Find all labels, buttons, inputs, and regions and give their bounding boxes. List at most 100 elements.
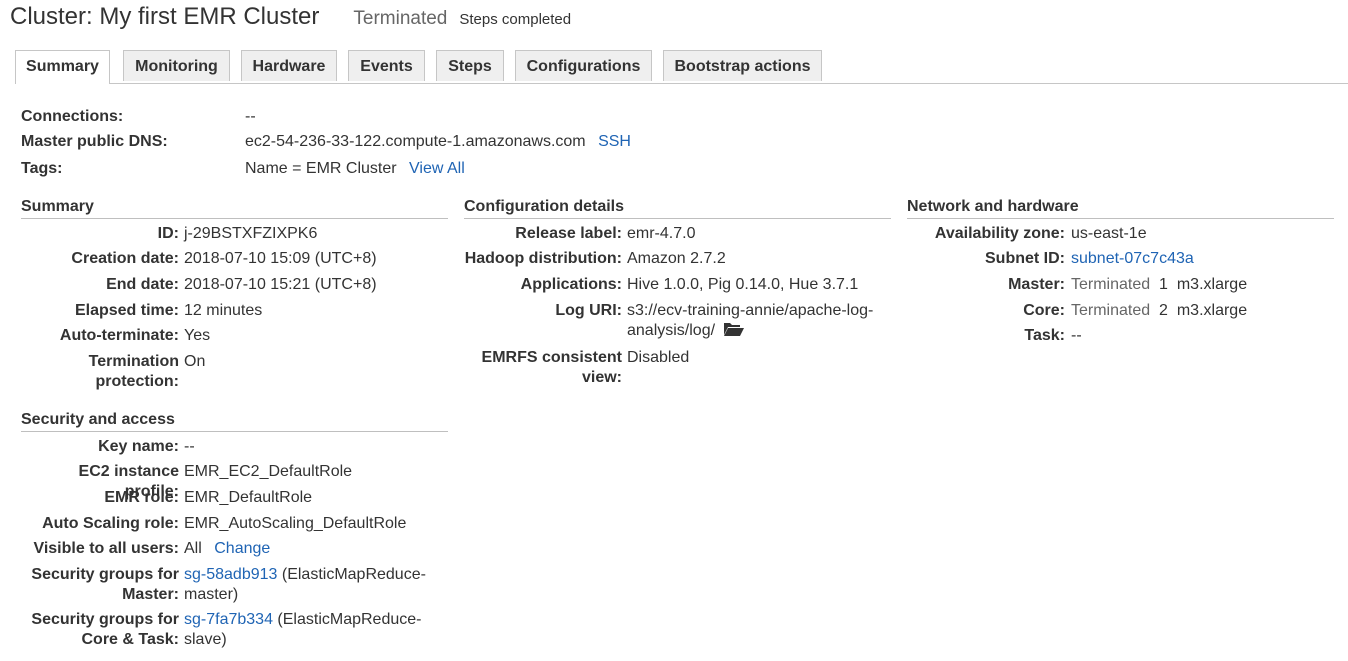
master-dns-value: ec2-54-236-33-122.compute-1.amazonaws.co… [245,131,631,153]
connections-label: Connections: [21,108,124,125]
sg-core-task-label-line2: Core & Task: [81,631,179,648]
summary-section: Summary ID: j-29BSTXFZIXPK6 Creation date… [21,196,448,396]
emrfs-value: Disabled [627,349,690,366]
release-label-label: Release label: [515,225,622,242]
emr-role-value: EMR_DefaultRole [184,489,313,506]
visible-users-label: Visible to all users: [33,540,179,557]
subnet-id-link[interactable]: subnet-07c7c43a [1071,249,1194,269]
applications-value: Hive 1.0.0, Pig 0.14.0, Hue 3.7.1 [627,276,859,293]
core-value: Terminated 2 m3.xlarge [1071,301,1247,321]
log-uri-line1: s3://ecv-training-annie/apache-log- [627,302,874,319]
tags-label: Tags: [21,160,63,177]
master-count: 1 [1159,276,1168,293]
tags-text: Name = EMR Cluster [245,160,397,177]
availability-zone-label: Availability zone: [934,225,1065,242]
termination-protection-label-line2: protection: [95,373,179,390]
summary-title: Summary [21,196,448,219]
ssh-link[interactable]: SSH [598,133,631,150]
log-uri-value: s3://ecv-training-annie/apache-log- anal… [627,301,887,341]
availability-zone-value: us-east-1e [1071,225,1147,242]
sg-core-task-label-line1: Security groups for [31,611,179,628]
applications-label: Applications: [520,276,622,293]
auto-terminate-value: Yes [184,327,211,344]
tab-steps[interactable]: Steps [436,50,504,81]
log-uri-line2: analysis/log/ [627,322,716,339]
view-all-tags-link[interactable]: View All [409,160,465,177]
tab-hardware[interactable]: Hardware [241,50,337,81]
auto-scaling-role-value: EMR_AutoScaling_DefaultRole [184,515,407,532]
sg-master-label-line2: Master: [122,586,179,603]
emrfs-label-line2: view: [581,369,622,386]
core-state: Terminated [1071,302,1151,319]
sg-core-task-value: sg-7fa7b334 (ElasticMapReduce- slave) [184,610,434,650]
connections-value: -- [245,108,256,125]
release-label-value: emr-4.7.0 [627,225,696,242]
sg-master-label: Security groups for Master: [21,565,179,605]
hadoop-label: Hadoop distribution: [464,250,622,267]
end-date-label: End date: [106,276,179,293]
master-dns-text: ec2-54-236-33-122.compute-1.amazonaws.co… [245,133,586,150]
sg-master-label-line1: Security groups for [31,566,179,583]
config-title: Configuration details [464,196,891,219]
task-value: -- [1071,327,1082,344]
master-instance-type: m3.xlarge [1176,276,1248,293]
end-date-value: 2018-07-10 15:21 (UTC+8) [184,276,377,293]
folder-open-icon[interactable] [723,321,745,337]
visible-users-value: All Change [184,539,270,559]
tags-value: Name = EMR Cluster View All [245,158,465,180]
sg-master-value: sg-58adb913 (ElasticMapReduce- master) [184,565,434,605]
auto-terminate-label: Auto-terminate: [59,327,179,344]
change-visibility-link[interactable]: Change [214,540,270,557]
auto-scaling-role-label: Auto Scaling role: [42,515,179,532]
id-label: ID: [157,225,179,242]
emr-role-label: EMR role: [104,489,179,506]
elapsed-time-value: 12 minutes [184,302,263,319]
page-title: Cluster: My first EMR Cluster [10,3,320,30]
visible-users-text: All [184,540,202,557]
id-value: j-29BSTXFZIXPK6 [184,225,318,242]
emrfs-label: EMRFS consistent view: [464,348,622,388]
tab-configurations[interactable]: Configurations [515,50,652,81]
subnet-id-label: Subnet ID: [985,250,1065,267]
sg-master-desc-line1: (ElasticMapReduce- [281,566,426,583]
tab-events[interactable]: Events [348,50,425,81]
ec2-profile-value: EMR_EC2_DefaultRole [184,463,353,480]
core-label: Core: [1023,302,1065,319]
termination-protection-label-line1: Termination [88,353,179,370]
key-name-value: -- [184,438,195,455]
master-dns-label: Master public DNS: [21,133,168,150]
task-label: Task: [1024,327,1065,344]
core-count: 2 [1159,302,1168,319]
tab-summary[interactable]: Summary [15,50,110,84]
tab-bootstrap-actions[interactable]: Bootstrap actions [663,50,822,81]
creation-date-label: Creation date: [71,250,179,267]
master-value: Terminated 1 m3.xlarge [1071,275,1247,295]
security-section: Security and access Key name: -- EC2 inst… [21,409,448,659]
master-label: Master: [1008,276,1065,293]
sg-master-link[interactable]: sg-58adb913 [184,566,277,583]
termination-protection-value: On [184,353,206,370]
security-title: Security and access [21,409,448,432]
elapsed-time-label: Elapsed time: [74,302,179,319]
network-title: Network and hardware [907,196,1334,219]
hadoop-value: Amazon 2.7.2 [627,250,726,267]
tab-bar: Summary Monitoring Hardware Events Steps… [15,50,1348,84]
creation-date-value: 2018-07-10 15:09 (UTC+8) [184,250,377,267]
key-name-label: Key name: [98,438,179,455]
network-section: Network and hardware Availability zone: u… [907,196,1334,356]
emrfs-label-line1: EMRFS consistent [481,349,622,366]
config-section: Configuration details Release label: emr-… [464,196,891,396]
master-state: Terminated [1071,276,1151,293]
core-instance-type: m3.xlarge [1176,302,1248,319]
tab-monitoring[interactable]: Monitoring [123,50,230,81]
log-uri-label: Log URI: [555,302,622,319]
sg-master-desc-line2: master) [184,586,239,603]
sg-core-task-label: Security groups for Core & Task: [21,610,179,650]
sg-core-task-desc-line2: slave) [184,631,227,648]
cluster-header: Cluster: My first EMR Cluster Terminated… [10,3,571,31]
sg-core-task-link[interactable]: sg-7fa7b334 [184,611,273,628]
termination-protection-label: Termination protection: [21,352,179,392]
cluster-substate: Steps completed [459,11,572,28]
cluster-state: Terminated [353,8,448,29]
sg-core-task-desc-line1: (ElasticMapReduce- [277,611,422,628]
